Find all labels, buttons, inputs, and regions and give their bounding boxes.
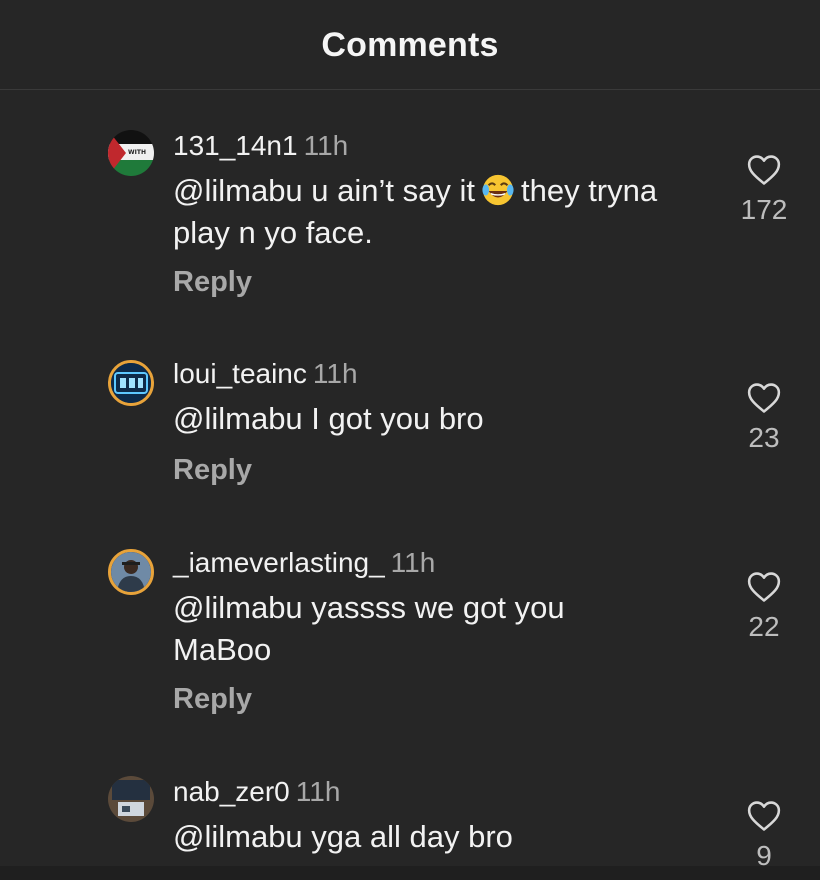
like-group: 23 <box>730 382 798 454</box>
comment-text: @lilmabu u ain’t say it they tryna play … <box>173 170 693 254</box>
comment-text: @lilmabu yga all day bro <box>173 819 513 854</box>
comments-header: Comments <box>0 0 820 90</box>
comment-text: @lilmabu I got you bro <box>173 401 484 436</box>
like-count: 22 <box>748 611 780 642</box>
like-group: 9 <box>730 800 798 872</box>
username[interactable]: 131_14n1 <box>173 130 298 161</box>
bottom-edge <box>0 866 820 880</box>
heart-icon[interactable] <box>747 800 781 832</box>
like-group: 172 <box>730 154 798 226</box>
avatar[interactable] <box>108 549 154 595</box>
heart-icon[interactable] <box>747 154 781 186</box>
like-count: 172 <box>740 194 788 225</box>
avatar-person-image <box>111 552 151 592</box>
timestamp: 11h <box>295 776 341 807</box>
comment-text-start: @lilmabu u ain’t say it <box>173 173 475 208</box>
avatar-photo-image <box>108 776 154 822</box>
reply-button[interactable]: Reply <box>173 454 252 487</box>
like-group: 22 <box>730 571 798 643</box>
avatar[interactable]: WITH <box>108 130 154 176</box>
svg-text:WITH: WITH <box>128 149 146 156</box>
reply-button[interactable]: Reply <box>173 683 252 716</box>
avatar[interactable] <box>108 776 154 822</box>
reply-button[interactable]: Reply <box>173 266 252 299</box>
avatar-flag-image: WITH <box>108 130 154 176</box>
timestamp: 11h <box>312 358 358 389</box>
avatar-neon-sign-image <box>111 363 151 403</box>
page-title: Comments <box>321 26 499 64</box>
comment-meta: 131_14n1 11h <box>173 130 348 162</box>
timestamp: 11h <box>390 547 436 578</box>
comment-meta: nab_zer0 11h <box>173 776 340 808</box>
timestamp: 11h <box>303 130 349 161</box>
username[interactable]: nab_zer0 <box>173 776 290 807</box>
heart-icon[interactable] <box>747 571 781 603</box>
face-with-tears-of-joy-icon <box>482 174 514 206</box>
heart-icon[interactable] <box>747 382 781 414</box>
comment-meta: loui_teainc 11h <box>173 358 358 390</box>
like-count: 23 <box>748 422 780 453</box>
comment-text: @lilmabu yassss we got you MaBoo <box>173 590 565 667</box>
comment-meta: _iameverlasting_ 11h <box>173 547 435 579</box>
username[interactable]: _iameverlasting_ <box>173 547 385 578</box>
avatar[interactable] <box>108 360 154 406</box>
username[interactable]: loui_teainc <box>173 358 307 389</box>
